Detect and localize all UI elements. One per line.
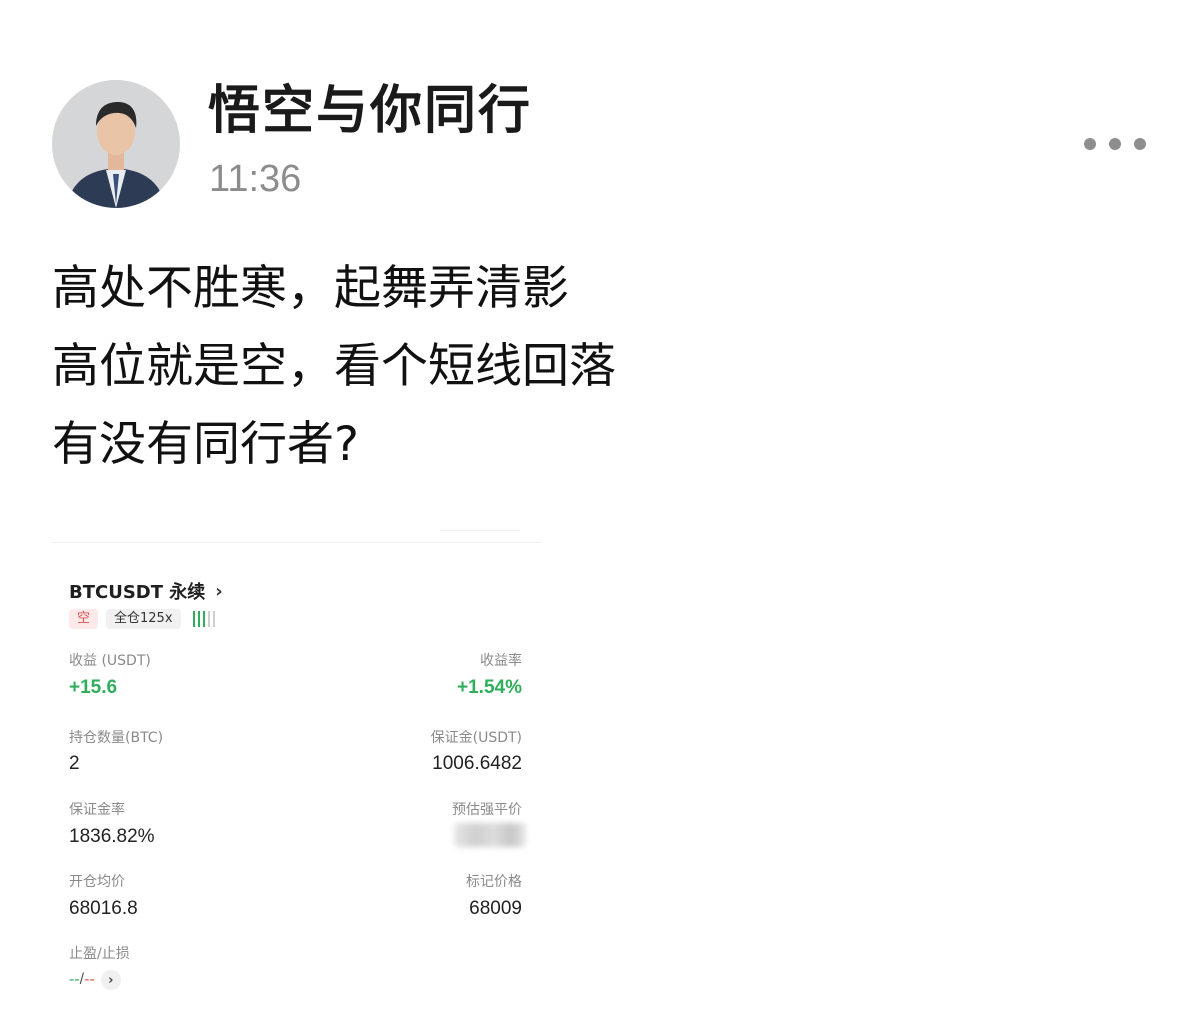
- position-tags: 空 全仓125x: [69, 609, 215, 629]
- chevron-right-icon[interactable]: ›: [100, 970, 121, 990]
- mark-price-value: 68009: [469, 898, 522, 919]
- margin-value: 1006.6482: [432, 753, 522, 774]
- post-text: 高处不胜寒，起舞弄清影 高位就是空，看个短线回落 有没有同行者?: [52, 250, 616, 484]
- post-line: 高位就是空，看个短线回落: [52, 339, 616, 394]
- avatar[interactable]: [52, 80, 180, 208]
- more-horizontal-icon: [1134, 138, 1146, 150]
- post-line: 有没有同行者?: [52, 417, 359, 472]
- position-card[interactable]: BTCUSDT 永续 › 空 全仓125x 收益 (USDT) +15.6 收益…: [52, 530, 542, 1010]
- divider: [440, 530, 520, 531]
- side-tag: 空: [69, 609, 99, 629]
- pnl-value: +15.6: [69, 677, 118, 698]
- tpsl-label: 止盈/止损: [69, 946, 130, 962]
- symbol-name: BTCUSDT 永续: [69, 582, 206, 603]
- margin-ratio-value: 1836.82%: [69, 826, 155, 847]
- liq-price-blurred: [454, 823, 526, 847]
- risk-level-icon: [192, 611, 215, 627]
- chevron-right-icon: ›: [215, 580, 223, 602]
- mark-price-label: 标记价格: [466, 874, 522, 890]
- more-horizontal-icon: [1109, 138, 1121, 150]
- margin-mode-tag: 全仓125x: [106, 609, 181, 629]
- entry-price-value: 68016.8: [69, 898, 138, 919]
- entry-price-label: 开仓均价: [69, 874, 125, 890]
- symbol-link[interactable]: BTCUSDT 永续 ›: [69, 578, 223, 604]
- more-button[interactable]: [1080, 130, 1150, 158]
- roe-label: 收益率: [480, 653, 522, 669]
- post-time: 11:36: [209, 158, 302, 200]
- more-horizontal-icon: [1084, 138, 1096, 150]
- tpsl-value: --/--: [69, 971, 95, 988]
- roe-value: +1.54%: [457, 677, 522, 698]
- pnl-label: 收益 (USDT): [69, 653, 151, 669]
- size-label: 持仓数量(BTC): [69, 730, 164, 746]
- margin-ratio-label: 保证金率: [69, 802, 125, 818]
- divider: [52, 542, 542, 543]
- margin-label: 保证金(USDT): [430, 730, 522, 746]
- avatar-photo: [52, 80, 180, 208]
- liq-price-label: 预估强平价: [452, 802, 522, 818]
- post-line: 高处不胜寒，起舞弄清影: [52, 261, 569, 316]
- tpsl-row[interactable]: --/-- ›: [69, 970, 121, 990]
- author-name[interactable]: 悟空与你同行: [208, 80, 532, 142]
- size-value: 2: [69, 753, 80, 774]
